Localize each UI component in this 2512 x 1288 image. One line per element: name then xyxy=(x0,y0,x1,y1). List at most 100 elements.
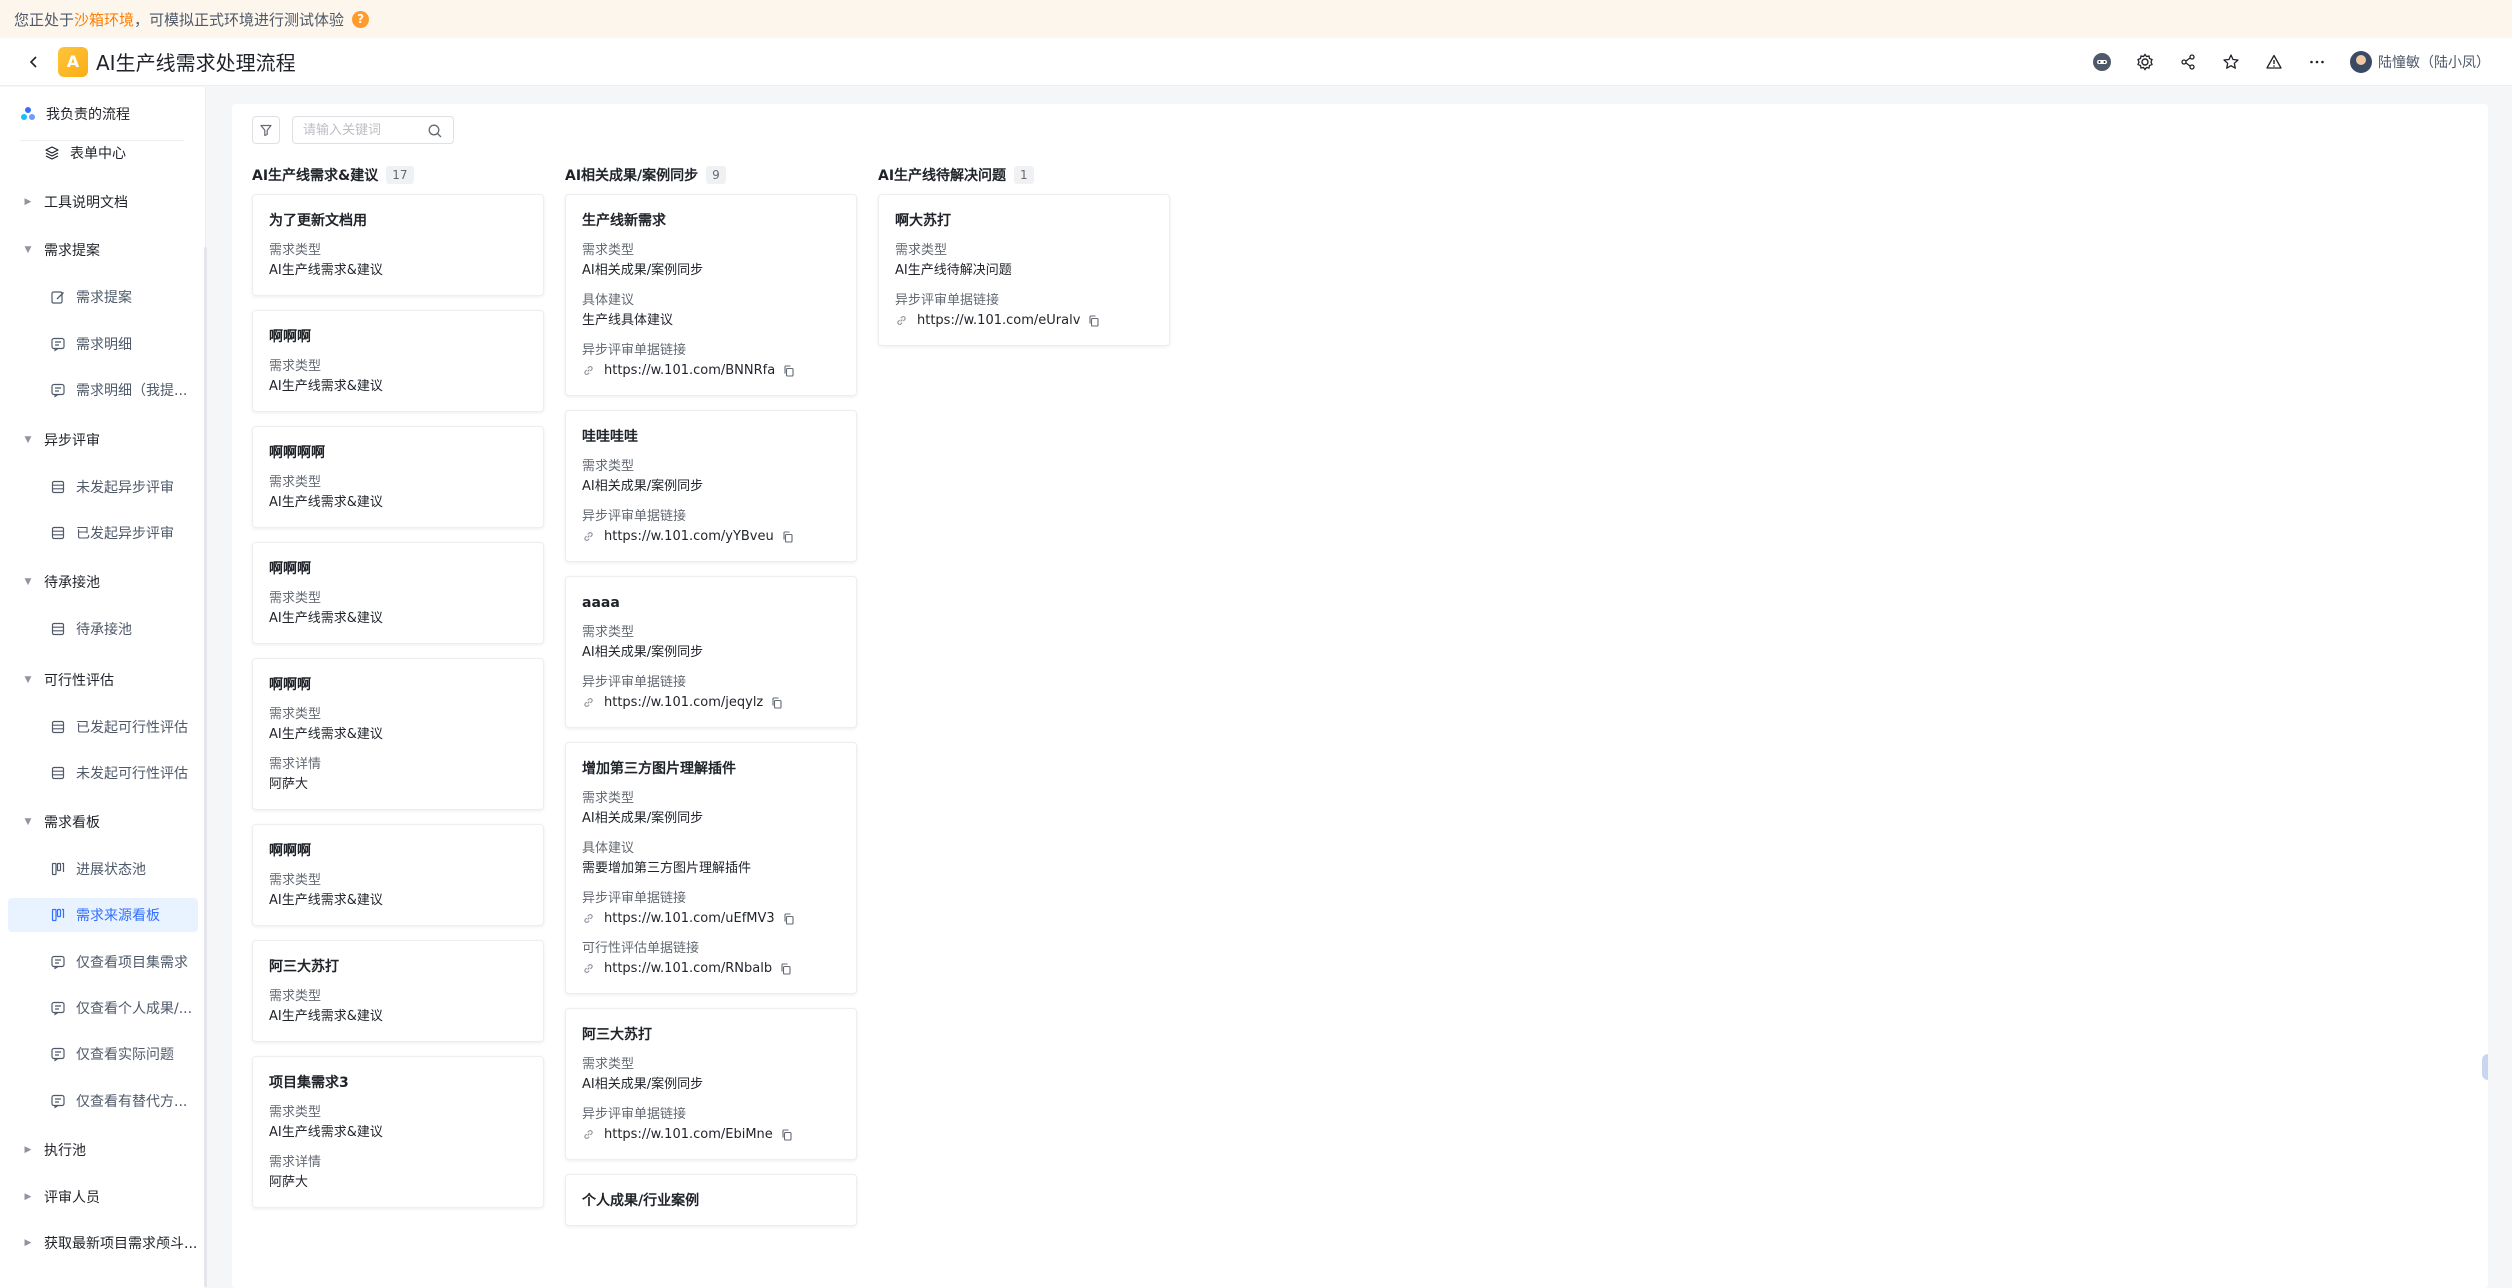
sidebar-item-label: 已发起可行性评估 xyxy=(76,720,188,736)
sidebar-item[interactable]: 需求来源看板 xyxy=(8,898,198,932)
field-link-row: https://w.101.com/yYBveu xyxy=(582,527,840,547)
sidebar-item[interactable]: 待承接池 xyxy=(8,612,198,646)
gear-icon[interactable] xyxy=(2134,51,2156,73)
column-header: AI相关成果/案例同步 9 xyxy=(565,164,857,186)
kanban-card[interactable]: 增加第三方图片理解插件 需求类型 AI相关成果/案例同步 具体建议 需要增加第三方图片理… xyxy=(565,742,857,994)
link-url[interactable]: https://w.101.com/yYBveu xyxy=(604,527,774,547)
share-icon[interactable] xyxy=(2177,51,2199,73)
field-label: 需求类型 xyxy=(582,459,635,474)
kanban-card[interactable]: 啊啊啊 需求类型 AI生产线需求&建议 xyxy=(252,542,544,644)
field-label: 异步评审单据链接 xyxy=(582,675,687,690)
field-label: 需求类型 xyxy=(582,1057,635,1072)
sidebar-item[interactable]: 需求明细（我提... xyxy=(8,373,198,407)
sidebar-item-label: 需求明细（我提... xyxy=(76,383,188,399)
field-link-row: https://w.101.com/jeqylz xyxy=(582,693,840,713)
sidebar-item[interactable]: 未发起异步评审 xyxy=(8,470,198,504)
copy-icon[interactable] xyxy=(1088,315,1100,327)
back-icon[interactable] xyxy=(24,52,44,72)
search-input[interactable] xyxy=(303,122,423,138)
edit-icon xyxy=(50,289,66,305)
search-icon[interactable] xyxy=(427,123,443,139)
kanban-card[interactable]: 为了更新文档用 需求类型 AI生产线需求&建议 xyxy=(252,194,544,296)
caret-down-icon[interactable]: ▼ xyxy=(22,434,34,446)
sidebar-item[interactable]: 表单中心 xyxy=(8,136,198,170)
sidebar-item[interactable]: ▼ 待承接池 xyxy=(8,565,198,599)
kanban-card[interactable]: 啊大苏打 需求类型 AI生产线待解决问题 异步评审单据链接 https://w.101.… xyxy=(878,194,1170,346)
field-label: 需求类型 xyxy=(269,989,322,1004)
copy-icon[interactable] xyxy=(782,531,794,543)
sidebar-item[interactable]: ▼ 需求看板 xyxy=(8,805,198,839)
sidebar-item[interactable]: ▼ 异步评审 xyxy=(8,423,198,457)
link-url[interactable]: https://w.101.com/eUralv xyxy=(917,311,1080,331)
copy-icon[interactable] xyxy=(780,963,792,975)
copy-icon[interactable] xyxy=(771,697,783,709)
link-icon xyxy=(582,696,596,710)
field-label: 需求详情 xyxy=(269,757,322,772)
caret-down-icon[interactable]: ▼ xyxy=(22,674,34,686)
copy-icon[interactable] xyxy=(783,913,795,925)
user-menu[interactable]: 陆憧敏（陆小凤） xyxy=(2350,51,2490,73)
copy-icon[interactable] xyxy=(781,1129,793,1141)
sidebar-item[interactable]: 未发起可行性评估 xyxy=(8,756,198,790)
sidebar-item[interactable]: 进展状态池 xyxy=(8,852,198,886)
copy-icon[interactable] xyxy=(783,365,795,377)
kanban-card[interactable]: 阿三大苏打 需求类型 AI生产线需求&建议 xyxy=(252,940,544,1042)
kanban-card[interactable]: aaaa 需求类型 AI相关成果/案例同步 异步评审单据链接 https://w.101… xyxy=(565,576,857,728)
warning-icon[interactable] xyxy=(2263,51,2285,73)
sidebar-item-label: 待承接池 xyxy=(44,575,100,591)
sidebar-item[interactable]: 需求提案 xyxy=(8,280,198,314)
kanban-card[interactable]: 哇哇哇哇 需求类型 AI相关成果/案例同步 异步评审单据链接 https://w.101… xyxy=(565,410,857,562)
kanban-card[interactable]: 个人成果/行业案例 xyxy=(565,1174,857,1226)
sidebar-item-label: 我负责的流程 xyxy=(46,107,130,123)
sidebar-item[interactable]: 仅查看个人成果/... xyxy=(8,991,198,1025)
caret-down-icon[interactable]: ▼ xyxy=(22,576,34,588)
sidebar-scrollbar[interactable] xyxy=(204,247,207,1287)
sidebar-item[interactable]: ▶ 工具说明文档 xyxy=(8,185,198,219)
sidebar-item[interactable]: 需求明细 xyxy=(8,327,198,361)
sidebar-item[interactable]: 已发起异步评审 xyxy=(8,516,198,550)
spacer[interactable] xyxy=(22,147,34,159)
caret-right-icon[interactable]: ▶ xyxy=(22,1144,34,1156)
kanban-card[interactable]: 啊啊啊啊 需求类型 AI生产线需求&建议 xyxy=(252,426,544,528)
sidebar-item[interactable]: ▼ 可行性评估 xyxy=(8,663,198,697)
sidebar-item[interactable]: 仅查看项目集需求 xyxy=(8,945,198,979)
caret-right-icon[interactable]: ▶ xyxy=(22,1237,34,1249)
link-url[interactable]: https://w.101.com/EbiMne xyxy=(604,1125,773,1145)
filter-button[interactable] xyxy=(252,116,280,144)
sidebar-item-my-flows[interactable]: 我负责的流程 xyxy=(20,101,130,127)
kanban-card[interactable]: 啊啊啊 需求类型 AI生产线需求&建议 xyxy=(252,310,544,412)
kanban-card[interactable]: 啊啊啊 需求类型 AI生产线需求&建议 xyxy=(252,824,544,926)
link-url[interactable]: https://w.101.com/jeqylz xyxy=(604,693,763,713)
sidebar-item[interactable]: 仅查看有替代方... xyxy=(8,1084,198,1118)
sidebar-item[interactable]: 仅查看实际问题 xyxy=(8,1037,198,1071)
field-label: 需求类型 xyxy=(269,475,322,490)
banner-highlight[interactable]: 沙箱环境 xyxy=(74,9,134,30)
star-icon[interactable] xyxy=(2220,51,2242,73)
kanban-card[interactable]: 啊啊啊 需求类型 AI生产线需求&建议 需求详情 阿萨大 xyxy=(252,658,544,810)
bot-avatar-icon[interactable] xyxy=(2091,51,2113,73)
help-icon[interactable]: ? xyxy=(352,10,370,28)
caret-down-icon[interactable]: ▼ xyxy=(22,816,34,828)
sidebar-item[interactable]: ▼ 需求提案 xyxy=(8,233,198,267)
sidebar-item-label: 可行性评估 xyxy=(44,673,114,689)
column-title: AI相关成果/案例同步 xyxy=(565,168,699,184)
field-label: 异步评审单据链接 xyxy=(895,293,1000,308)
link-url[interactable]: https://w.101.com/uEfMV3 xyxy=(604,909,775,929)
side-handle[interactable] xyxy=(2482,1054,2488,1080)
link-url[interactable]: https://w.101.com/RNbalb xyxy=(604,959,772,979)
sidebar-item[interactable]: ▶ 执行池 xyxy=(8,1133,198,1167)
more-icon[interactable] xyxy=(2306,51,2328,73)
sidebar-item[interactable]: ▶ 获取最新项目需求颅斗... xyxy=(8,1226,198,1260)
kanban-card[interactable]: 生产线新需求 需求类型 AI相关成果/案例同步 具体建议 生产线具体建议 异步评审单据链接… xyxy=(565,194,857,396)
sidebar-item[interactable]: 已发起可行性评估 xyxy=(8,710,198,744)
kanban-card[interactable]: 项目集需求3 需求类型 AI生产线需求&建议 需求详情 阿萨大 xyxy=(252,1056,544,1208)
board-column: AI生产线待解决问题 1 啊大苏打 需求类型 AI生产线待解决问题 异步评审单据链接 htt… xyxy=(878,164,1170,346)
link-url[interactable]: https://w.101.com/BNNRfa xyxy=(604,361,775,381)
kanban-card[interactable]: 阿三大苏打 需求类型 AI相关成果/案例同步 异步评审单据链接 https://w.10… xyxy=(565,1008,857,1160)
card-title: 增加第三方图片理解插件 xyxy=(582,761,736,777)
sidebar-item[interactable]: ▶ 评审人员 xyxy=(8,1180,198,1214)
caret-right-icon[interactable]: ▶ xyxy=(22,196,34,208)
field-label: 需求类型 xyxy=(269,359,322,374)
caret-right-icon[interactable]: ▶ xyxy=(22,1191,34,1203)
caret-down-icon[interactable]: ▼ xyxy=(22,244,34,256)
